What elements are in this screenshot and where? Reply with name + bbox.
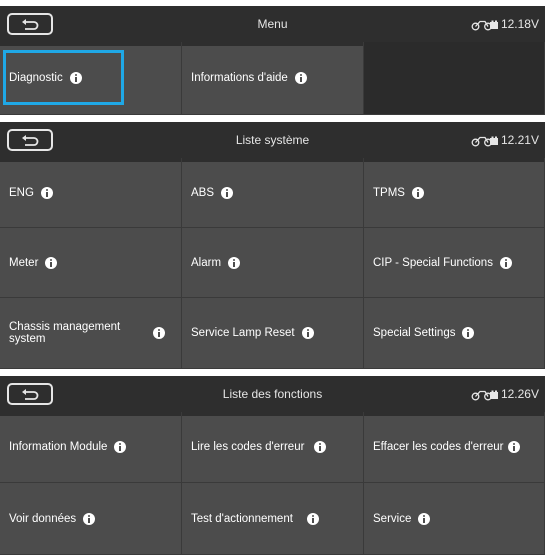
function-item-service[interactable]: Service <box>364 483 545 555</box>
system-item-label: Service Lamp Reset <box>191 327 295 339</box>
system-item-tpms[interactable]: TPMS <box>364 158 545 228</box>
system-list-panel: Liste système 12.21V ENG ABS TPMS Meter … <box>0 122 545 369</box>
function-item-label: Service <box>373 512 412 525</box>
info-icon[interactable] <box>462 327 475 339</box>
function-item-clear-codes[interactable]: Effacer les codes d'erreur <box>364 412 545 483</box>
system-item-alarm[interactable]: Alarm <box>182 228 364 298</box>
menu-panel: Menu 12.18V Diagnostic Informations d'ai… <box>0 6 545 115</box>
function-item-read-codes[interactable]: Lire les codes d'erreur <box>182 412 364 483</box>
info-icon[interactable] <box>40 186 53 199</box>
empty-cell <box>364 42 545 115</box>
system-item-cip[interactable]: CIP - Special Functions <box>364 228 545 298</box>
system-item-label: CIP - Special Functions <box>373 256 493 269</box>
info-icon[interactable] <box>69 72 82 84</box>
info-icon[interactable] <box>228 256 241 269</box>
system-item-label: ABS <box>191 186 215 199</box>
info-icon[interactable] <box>418 512 431 525</box>
system-item-special-settings[interactable]: Special Settings <box>364 298 545 369</box>
info-icon[interactable] <box>314 441 327 453</box>
info-icon[interactable] <box>83 512 96 525</box>
voltage-readout: 12.18V <box>500 17 539 31</box>
header-bar: Liste des fonctions 12.26V <box>0 376 545 416</box>
system-item-label: Special Settings <box>373 327 456 339</box>
info-icon[interactable] <box>301 327 314 339</box>
page-title: Liste des fonctions <box>222 387 323 401</box>
system-item-label: Meter <box>9 256 39 269</box>
system-item-abs[interactable]: ABS <box>182 158 364 228</box>
info-icon[interactable] <box>306 512 319 525</box>
voltage-readout: 12.26V <box>500 387 539 401</box>
info-icon[interactable] <box>411 186 424 199</box>
system-item-label: Chassis management system <box>9 321 121 345</box>
header-bar: Liste système 12.21V <box>0 122 545 162</box>
motorcycle-battery-icon <box>471 20 498 30</box>
system-item-label: Alarm <box>191 256 222 269</box>
menu-item-label: Diagnostic <box>9 72 63 84</box>
menu-item-diagnostic[interactable]: Diagnostic <box>0 42 182 115</box>
motorcycle-battery-icon <box>471 390 498 400</box>
info-icon[interactable] <box>153 327 165 339</box>
function-item-actuation-test[interactable]: Test d'actionnement <box>182 483 364 555</box>
function-item-label: Test d'actionnement <box>191 512 293 525</box>
system-item-label: TPMS <box>373 186 405 199</box>
info-icon[interactable] <box>114 441 127 453</box>
system-item-chassis[interactable]: Chassis management system <box>0 298 182 369</box>
info-icon[interactable] <box>294 72 307 84</box>
system-item-meter[interactable]: Meter <box>0 228 182 298</box>
system-item-label: ENG <box>9 186 34 199</box>
function-item-label: Lire les codes d'erreur <box>191 441 305 453</box>
info-icon[interactable] <box>45 256 58 269</box>
menu-item-label: Informations d'aide <box>191 72 288 84</box>
function-item-view-data[interactable]: Voir données <box>0 483 182 555</box>
motorcycle-battery-icon <box>471 136 498 146</box>
function-item-label: Voir données <box>9 512 77 525</box>
voltage-readout: 12.21V <box>500 133 539 147</box>
page-title: Menu <box>257 17 288 31</box>
info-icon[interactable] <box>508 441 521 453</box>
system-item-eng[interactable]: ENG <box>0 158 182 228</box>
header-bar: Menu 12.18V <box>0 6 545 46</box>
function-list-panel: Liste des fonctions 12.26V Information M… <box>0 376 545 555</box>
menu-item-help-info[interactable]: Informations d'aide <box>182 42 364 115</box>
function-item-information-module[interactable]: Information Module <box>0 412 182 483</box>
info-icon[interactable] <box>499 256 512 269</box>
info-icon[interactable] <box>221 186 234 199</box>
function-item-label: Effacer les codes d'erreur <box>373 441 504 453</box>
function-item-label: Information Module <box>9 441 108 453</box>
system-item-service-lamp[interactable]: Service Lamp Reset <box>182 298 364 369</box>
page-title: Liste système <box>235 133 310 147</box>
